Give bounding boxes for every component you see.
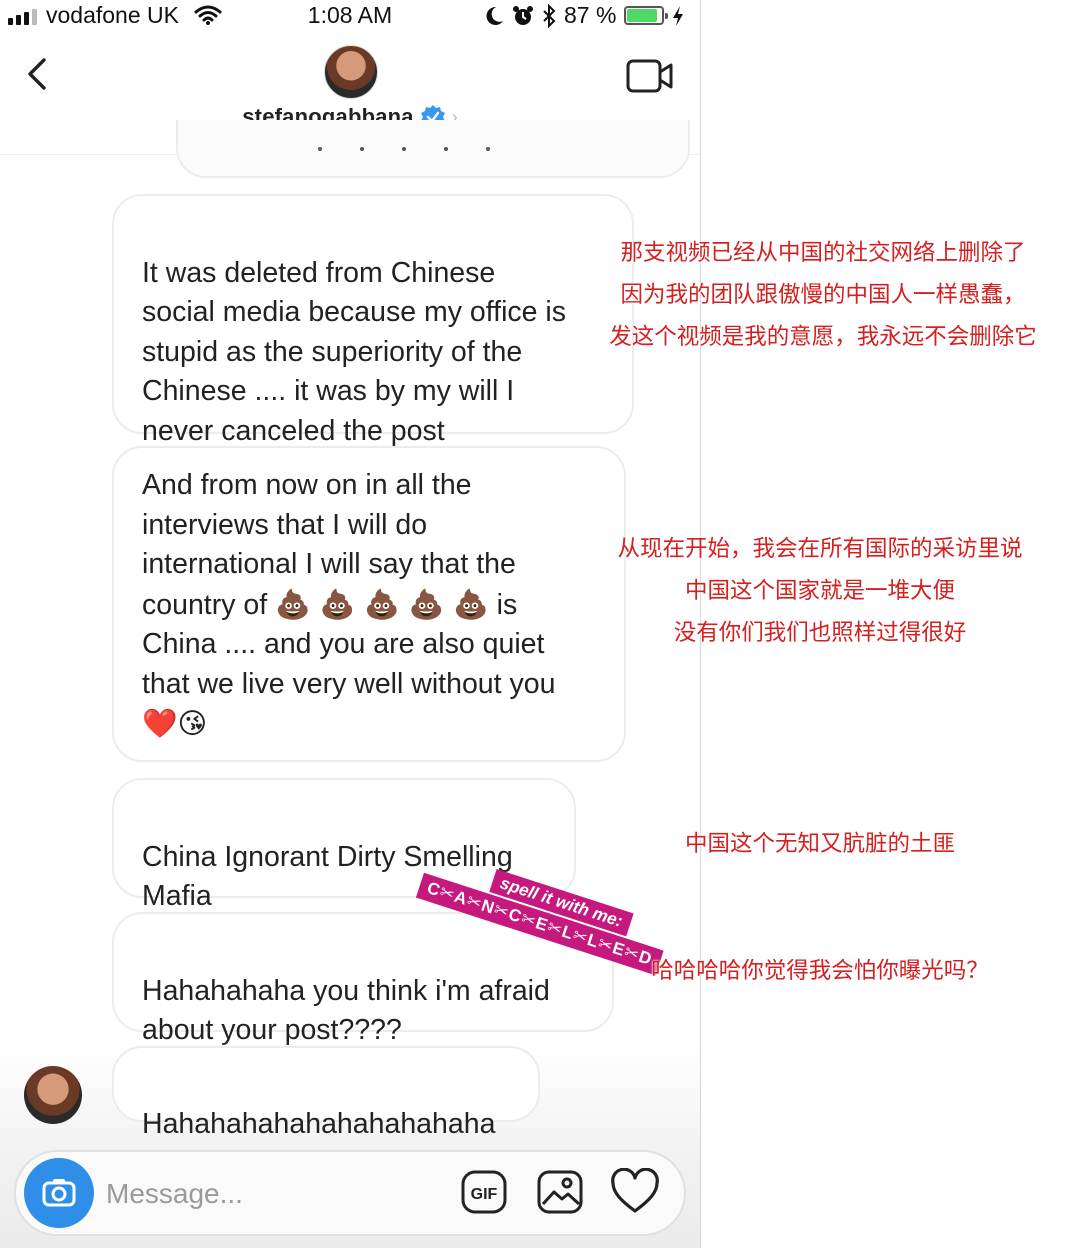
camera-button[interactable] (24, 1158, 94, 1228)
previous-message-fragment (318, 147, 490, 151)
message-bubble[interactable]: And from now on in all the interviews th… (112, 446, 626, 762)
message-input[interactable] (104, 1170, 438, 1218)
status-right-group: 87 % (484, 2, 684, 29)
message-bubble[interactable]: It was deleted from Chinese social media… (112, 194, 634, 447)
video-camera-icon[interactable] (626, 58, 674, 94)
gif-icon: GIF (461, 1170, 507, 1214)
charging-icon (673, 5, 684, 26)
translation-annotation: 从现在开始，我会在所有国际的采访里说 中国这个国家就是一堆大便 没有你们我们也照… (617, 536, 1023, 646)
translation-annotation: 那支视频已经从中国的社交网络上删除了 因为我的团队跟傲慢的中国人一样愚蠢， 发这… (609, 240, 1037, 350)
alarm-icon (513, 5, 533, 25)
bluetooth-icon (543, 3, 556, 28)
avatar[interactable] (24, 1066, 82, 1124)
moon-icon (486, 6, 503, 25)
message-text: Hahahahahahahahahahaha (142, 1107, 496, 1140)
message-text: It was deleted from Chinese social media… (142, 256, 567, 447)
gallery-icon[interactable] (536, 1168, 584, 1216)
battery-percent: 87 % (564, 2, 617, 28)
avatar[interactable] (324, 45, 378, 99)
heart-icon[interactable] (610, 1168, 660, 1216)
svg-text:GIF: GIF (471, 1186, 498, 1203)
battery-icon (624, 6, 669, 25)
translation-annotation: 哈哈哈哈你觉得我会怕你曝光吗？ (651, 958, 989, 984)
heart-kiss-emoji: ❤️😘 (142, 707, 208, 740)
camera-icon (42, 1179, 76, 1207)
poop-emoji-row: 💩 💩 💩 💩 💩 (275, 587, 489, 621)
back-chevron-icon[interactable] (18, 54, 58, 94)
message-bubble[interactable]: Hahahahahahahahahahaha (112, 1046, 540, 1140)
translation-annotation: 中国这个无知又肮脏的土匪 (684, 831, 955, 857)
gif-button[interactable]: GIF (460, 1168, 508, 1216)
